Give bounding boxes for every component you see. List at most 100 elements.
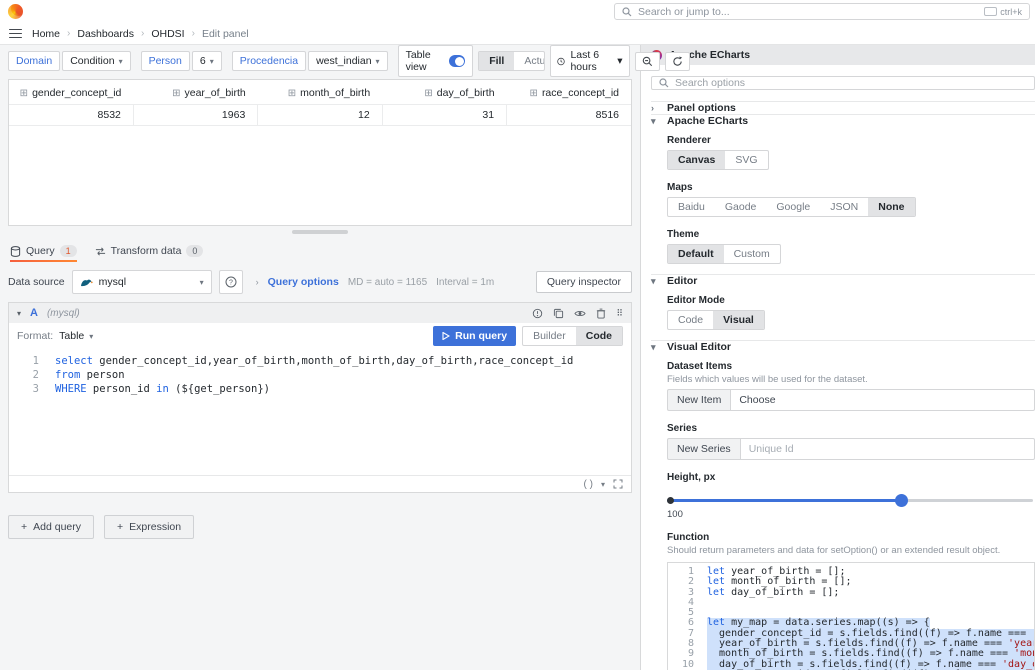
radio-option-builder[interactable]: Builder [523, 327, 576, 345]
radio-option-visual[interactable]: Visual [713, 311, 764, 329]
sql-code-editor[interactable]: 1 select gender_concept_id,year_of_birth,… [9, 349, 631, 475]
table-column-header[interactable]: ⊞ month_of_birth [258, 80, 382, 105]
options-search-input[interactable]: Search options [651, 76, 1035, 90]
breadcrumb-item[interactable]: Dashboards [77, 28, 134, 40]
variable-value-dropdown[interactable]: west_indian ▾ [308, 51, 388, 71]
datasource-help-button[interactable]: ? [218, 270, 243, 294]
series-unique-id-input[interactable]: Unique Id [739, 438, 1035, 460]
section-editor[interactable]: ▾ Editor [651, 274, 1035, 287]
plus-icon: + [117, 521, 124, 533]
radio-option-code[interactable]: Code [575, 327, 622, 345]
grafana-logo-icon[interactable] [8, 4, 23, 19]
breadcrumb-item[interactable]: OHDSI [151, 28, 184, 40]
zoom-out-button[interactable] [634, 51, 660, 71]
tab-query[interactable]: Query 1 [10, 245, 77, 262]
drag-handle-icon[interactable]: ⠿ [616, 308, 623, 319]
variable-value-dropdown[interactable]: Condition ▾ [62, 51, 131, 71]
variable-control: Procedencia west_indian ▾ [231, 51, 388, 71]
function-code-line: 4 [687, 596, 694, 608]
radio-option-google[interactable]: Google [766, 198, 820, 216]
section-apache-echarts[interactable]: ▾ Apache ECharts [651, 114, 1035, 127]
radio-option-baidu[interactable]: Baidu [668, 198, 715, 216]
radio-option-json[interactable]: JSON [820, 198, 868, 216]
table-column-header[interactable]: ⊞ race_concept_id [507, 80, 631, 105]
radio-option-gaode[interactable]: Gaode [715, 198, 767, 216]
variable-label: Domain [8, 51, 61, 71]
duplicate-query-icon[interactable] [553, 308, 564, 319]
datasource-select[interactable]: mysql ▾ [71, 270, 212, 294]
radio-option-fill[interactable]: Fill [479, 52, 515, 70]
radio-option-canvas[interactable]: Canvas [668, 151, 726, 169]
function-label: Function [667, 532, 710, 543]
global-search-placeholder: Search or jump to... [638, 5, 730, 18]
breadcrumb-separator: › [191, 28, 195, 39]
table-cell: 8532 [9, 104, 134, 126]
slider-handle[interactable] [895, 494, 909, 507]
dataset-item-select[interactable]: Choose [730, 389, 1035, 411]
query-options-link[interactable]: Query options [268, 276, 339, 288]
field-type-icon: ⊞ [19, 88, 29, 99]
breadcrumb-separator: › [67, 28, 71, 39]
time-range-picker[interactable]: Last 6 hours ▾ [550, 45, 630, 77]
field-type-icon: ⊞ [287, 88, 297, 99]
panel-resize-handle[interactable] [292, 230, 348, 234]
radio-option-actual[interactable]: Actual [514, 52, 544, 70]
chevron-down-icon[interactable]: ▾ [601, 480, 605, 489]
refresh-button[interactable] [664, 51, 690, 71]
format-select[interactable]: Table ▾ [59, 330, 93, 342]
field-type-icon: ⊞ [424, 88, 433, 99]
new-item-button[interactable]: New Item [667, 389, 731, 411]
collapse-chevron-icon[interactable]: ▾ [17, 309, 21, 318]
variable-control: Person 6 ▾ [140, 51, 222, 71]
add-query-button[interactable]: + Add query [8, 515, 95, 539]
table-column-header[interactable]: ⊞ gender_concept_id [9, 80, 133, 105]
visualization-picker[interactable]: Apache ECharts [641, 45, 1035, 65]
hide-query-icon[interactable] [574, 308, 586, 319]
table-column-header[interactable]: ⊞ day_of_birth [382, 80, 506, 105]
query-tabs: Query 1 Transform data 0 [8, 238, 632, 262]
zoom-out-icon [642, 56, 652, 66]
section-visual-editor[interactable]: ▾ Visual Editor [651, 340, 1035, 353]
tab-transform-data[interactable]: Transform data 0 [95, 245, 204, 262]
query-actions: + Add query + Expression [8, 515, 632, 539]
delete-query-icon[interactable] [596, 308, 606, 319]
mysql-icon [80, 279, 93, 287]
theme-group: Default Custom [667, 244, 781, 264]
chevron-right-icon: › [255, 277, 259, 287]
expression-button[interactable]: + Expression [104, 515, 195, 539]
options-search-placeholder: Search options [675, 77, 746, 89]
braces-icon[interactable]: ( ) [584, 479, 593, 490]
radio-option-svg[interactable]: SVG [725, 151, 767, 169]
height-label: Height, px [667, 472, 716, 483]
query-editor-card: ▾ A (mysql) ⠿ Format: Table ▾ Run query … [8, 302, 632, 493]
transform-icon [95, 246, 105, 256]
radio-option-none[interactable]: None [868, 198, 915, 216]
run-query-button[interactable]: Run query [433, 326, 517, 346]
variable-control: Domain Condition ▾ [8, 51, 131, 71]
datasource-label: Data source [8, 276, 65, 288]
table-view-toggle[interactable] [448, 55, 466, 67]
dashboard-controls: Domain Condition ▾ Person 6 ▾ Procedencia wes… [8, 45, 690, 77]
radio-option-default[interactable]: Default [668, 245, 724, 263]
new-series-button[interactable]: New Series [667, 438, 740, 460]
table-column-header[interactable]: ⊞ year_of_birth [133, 80, 257, 105]
radio-option-code[interactable]: Code [668, 311, 713, 329]
menu-icon[interactable] [9, 28, 22, 39]
datasource-row: Data source mysql ▾ ? › Query options MD… [8, 269, 632, 295]
radio-option-custom[interactable]: Custom [724, 245, 780, 263]
chevron-down-icon: ▾ [651, 115, 656, 126]
breadcrumb-item[interactable]: Home [32, 28, 60, 40]
global-search-input[interactable]: Search or jump to... ctrl+k [614, 3, 1030, 20]
dataset-item-control: New Item Choose [667, 389, 1035, 411]
query-inspector-button[interactable]: Query inspector [535, 271, 632, 293]
variable-value-dropdown[interactable]: 6 ▾ [191, 51, 222, 71]
preview-table: ⊞ gender_concept_id ⊞ year_of_birth ⊞ month_o… [9, 80, 631, 126]
query-ref-id[interactable]: A [30, 307, 38, 319]
section-panel-options[interactable]: › Panel options [651, 101, 1035, 114]
expand-icon[interactable] [613, 479, 623, 489]
tab-query-label: Query [26, 245, 55, 257]
query-history-icon[interactable] [532, 308, 543, 319]
breadcrumb-separator: › [140, 28, 145, 39]
function-code-editor[interactable]: 1 let year_of_birth = []; 2 let month_of_bi… [667, 562, 1035, 670]
height-slider[interactable] [667, 493, 1033, 507]
